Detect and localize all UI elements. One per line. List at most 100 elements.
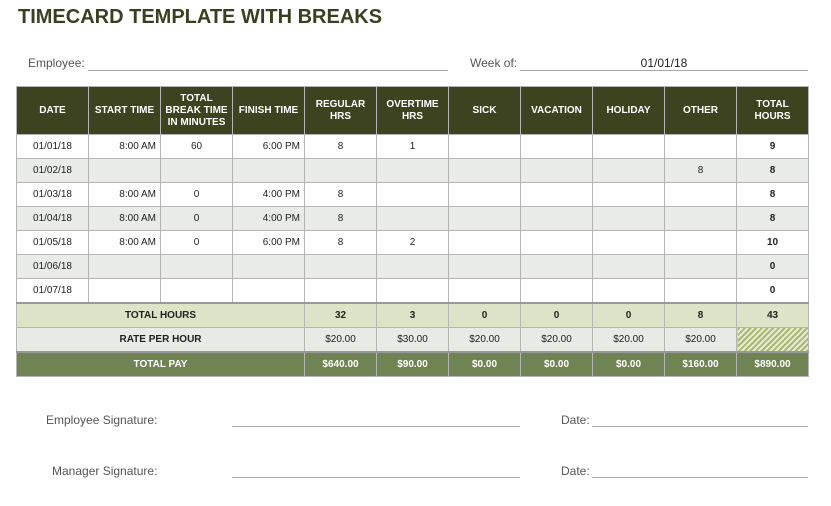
table-cell[interactable]	[592, 134, 665, 159]
table-cell[interactable]	[232, 254, 305, 279]
table-cell[interactable]	[304, 278, 377, 304]
week-label: Week of:	[470, 56, 518, 70]
table-cell[interactable]: 60	[160, 134, 233, 159]
table-cell[interactable]: 8:00 AM	[88, 134, 161, 159]
table-cell[interactable]: 01/03/18	[16, 182, 89, 207]
table-cell[interactable]: $20.00	[448, 327, 521, 353]
employee-signature-label: Employee Signature:	[46, 413, 158, 427]
table-cell[interactable]	[448, 254, 521, 279]
table-cell[interactable]	[664, 134, 737, 159]
employee-date-field[interactable]	[592, 412, 808, 427]
table-cell[interactable]	[232, 278, 305, 304]
table-cell: $0.00	[520, 351, 593, 377]
table-cell[interactable]: 10	[736, 230, 809, 255]
table-cell[interactable]	[88, 254, 161, 279]
table-cell[interactable]	[88, 278, 161, 304]
table-cell[interactable]	[448, 230, 521, 255]
table-cell[interactable]: 8	[304, 230, 377, 255]
table-cell[interactable]: 0	[736, 254, 809, 279]
manager-date-field[interactable]	[592, 463, 808, 478]
table-cell[interactable]: 8:00 AM	[88, 230, 161, 255]
table-cell[interactable]: 01/06/18	[16, 254, 89, 279]
table-cell[interactable]: 0	[736, 278, 809, 304]
column-header: OVERTIME HRS	[376, 86, 449, 135]
table-cell[interactable]	[448, 158, 521, 183]
table-cell[interactable]	[448, 134, 521, 159]
table-cell[interactable]	[520, 254, 593, 279]
table-cell[interactable]	[592, 206, 665, 231]
table-cell[interactable]	[376, 158, 449, 183]
table-cell[interactable]	[520, 278, 593, 304]
table-cell[interactable]	[160, 158, 233, 183]
table-cell[interactable]	[664, 206, 737, 231]
table-cell[interactable]	[448, 278, 521, 304]
table-cell[interactable]: 8:00 AM	[88, 206, 161, 231]
table-cell[interactable]	[592, 254, 665, 279]
table-cell[interactable]: 01/01/18	[16, 134, 89, 159]
table-cell[interactable]: 01/07/18	[16, 278, 89, 304]
table-cell[interactable]	[520, 134, 593, 159]
table-cell[interactable]: 01/04/18	[16, 206, 89, 231]
table-cell[interactable]	[376, 278, 449, 304]
table-cell[interactable]: 1	[376, 134, 449, 159]
table-cell[interactable]: 8	[304, 182, 377, 207]
table-cell[interactable]	[592, 182, 665, 207]
table-cell[interactable]	[664, 182, 737, 207]
table-cell[interactable]: 8	[736, 158, 809, 183]
table-cell[interactable]: 8	[304, 206, 377, 231]
table-cell[interactable]: 0	[160, 182, 233, 207]
table-cell[interactable]: $20.00	[520, 327, 593, 353]
table-cell[interactable]	[664, 230, 737, 255]
total-hours-row: TOTAL HOURS 32 3 0 0 0 8 43	[16, 302, 809, 328]
table-cell[interactable]	[376, 254, 449, 279]
table-cell[interactable]	[160, 254, 233, 279]
table-cell[interactable]: 4:00 PM	[232, 206, 305, 231]
table-cell[interactable]: 8	[736, 182, 809, 207]
table-cell[interactable]	[592, 278, 665, 304]
table-cell[interactable]	[376, 182, 449, 207]
table-cell[interactable]: 0	[160, 230, 233, 255]
table-cell[interactable]	[592, 230, 665, 255]
table-cell[interactable]	[520, 206, 593, 231]
table-cell[interactable]: 6:00 PM	[232, 230, 305, 255]
table-cell[interactable]: $20.00	[592, 327, 665, 353]
table-row: 01/04/18 8:00 AM 0 4:00 PM 8 8	[16, 206, 809, 231]
table-cell[interactable]	[520, 230, 593, 255]
table-cell: 8	[664, 302, 737, 328]
table-cell[interactable]	[664, 254, 737, 279]
table-cell[interactable]: 8	[664, 158, 737, 183]
employee-signature-field[interactable]	[232, 412, 520, 427]
table-cell[interactable]: $20.00	[664, 327, 737, 353]
employee-date-label: Date:	[561, 413, 590, 427]
table-cell[interactable]: 01/05/18	[16, 230, 89, 255]
table-cell[interactable]: 8:00 AM	[88, 182, 161, 207]
table-cell[interactable]: 8	[304, 134, 377, 159]
table-cell[interactable]: 0	[160, 206, 233, 231]
table-cell[interactable]: $30.00	[376, 327, 449, 353]
table-cell[interactable]	[520, 158, 593, 183]
table-cell[interactable]: 9	[736, 134, 809, 159]
table-cell[interactable]: 8	[736, 206, 809, 231]
table-cell[interactable]: 6:00 PM	[232, 134, 305, 159]
table-cell: 0	[592, 302, 665, 328]
table-cell[interactable]	[664, 278, 737, 304]
table-cell[interactable]	[592, 158, 665, 183]
table-cell[interactable]	[88, 158, 161, 183]
manager-signature-label: Manager Signature:	[52, 464, 158, 478]
employee-field[interactable]	[88, 56, 448, 71]
table-cell[interactable]: $20.00	[304, 327, 377, 353]
week-field[interactable]: 01/01/18	[520, 56, 808, 71]
table-cell[interactable]	[304, 254, 377, 279]
table-cell[interactable]	[448, 182, 521, 207]
table-cell[interactable]	[304, 158, 377, 183]
timecard-table: DATE START TIME TOTAL BREAK TIME IN MINUTE…	[16, 86, 809, 377]
table-cell[interactable]: 4:00 PM	[232, 182, 305, 207]
table-cell[interactable]: 2	[376, 230, 449, 255]
table-cell[interactable]	[448, 206, 521, 231]
manager-signature-field[interactable]	[232, 463, 520, 478]
table-cell[interactable]	[232, 158, 305, 183]
table-cell[interactable]	[520, 182, 593, 207]
table-cell[interactable]	[376, 206, 449, 231]
table-cell[interactable]: 01/02/18	[16, 158, 89, 183]
table-cell[interactable]	[160, 278, 233, 304]
